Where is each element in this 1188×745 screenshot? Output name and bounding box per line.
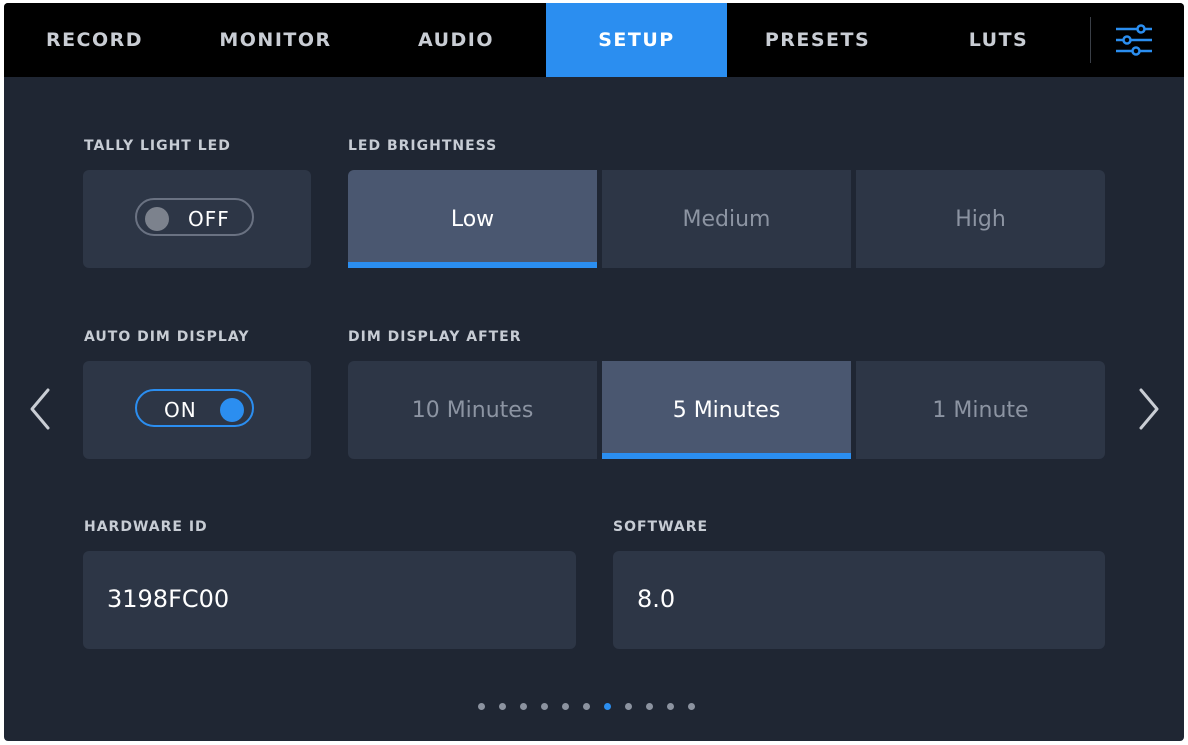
led-brightness-low-button[interactable]: Low bbox=[348, 170, 597, 268]
dim-display-after-label: DIM DISPLAY AFTER bbox=[348, 329, 522, 345]
led-brightness-medium-button[interactable]: Medium bbox=[602, 170, 851, 268]
hardware-id-value: 3198FC00 bbox=[107, 585, 230, 613]
auto-dim-display-label: AUTO DIM DISPLAY bbox=[84, 329, 250, 345]
dim-after-5-minutes-button[interactable]: 5 Minutes bbox=[602, 361, 851, 459]
sliders-icon[interactable] bbox=[1112, 21, 1156, 59]
dim-after-1-minute-button[interactable]: 1 Minute bbox=[856, 361, 1105, 459]
tally-light-led-tile: OFF bbox=[83, 170, 311, 268]
page-dot[interactable] bbox=[625, 703, 632, 710]
toggle-state-text: OFF bbox=[188, 207, 230, 231]
page-dot[interactable] bbox=[667, 703, 674, 710]
page-dot[interactable] bbox=[583, 703, 590, 710]
page-indicator bbox=[478, 703, 708, 715]
toggle-knob bbox=[220, 398, 244, 422]
page-dot[interactable] bbox=[541, 703, 548, 710]
software-version-value: 8.0 bbox=[637, 585, 676, 613]
software-field: 8.0 bbox=[613, 551, 1105, 649]
option-label: 1 Minute bbox=[932, 397, 1029, 423]
option-label: Low bbox=[450, 206, 495, 232]
led-brightness-high-button[interactable]: High bbox=[856, 170, 1105, 268]
tally-light-led-toggle[interactable]: OFF bbox=[135, 198, 254, 236]
auto-dim-display-tile: ON bbox=[83, 361, 311, 459]
selected-underline bbox=[602, 453, 851, 459]
page-dot[interactable] bbox=[562, 703, 569, 710]
option-label: High bbox=[955, 206, 1006, 232]
dim-after-10-minutes-button[interactable]: 10 Minutes bbox=[348, 361, 597, 459]
page-dot[interactable] bbox=[604, 703, 611, 710]
tab-record[interactable]: RECORD bbox=[4, 3, 185, 77]
hardware-id-field: 3198FC00 bbox=[83, 551, 576, 649]
page-dot[interactable] bbox=[688, 703, 695, 710]
tally-light-led-label: TALLY LIGHT LED bbox=[84, 138, 231, 154]
auto-dim-display-toggle[interactable]: ON bbox=[135, 389, 254, 427]
tab-presets[interactable]: PRESETS bbox=[727, 3, 908, 77]
tab-monitor[interactable]: MONITOR bbox=[185, 3, 366, 77]
page-dot[interactable] bbox=[478, 703, 485, 710]
option-label: Medium bbox=[682, 206, 771, 232]
tab-audio[interactable]: AUDIO bbox=[366, 3, 546, 77]
software-label: SOFTWARE bbox=[613, 519, 709, 535]
option-label: 5 Minutes bbox=[672, 397, 781, 423]
page-dot[interactable] bbox=[499, 703, 506, 710]
chevron-right-icon[interactable] bbox=[1133, 384, 1163, 434]
toggle-state-text: ON bbox=[164, 398, 197, 422]
page-dot[interactable] bbox=[646, 703, 653, 710]
tab-bar: RECORD MONITOR AUDIO SETUP PRESETS LUTS bbox=[4, 3, 1184, 77]
page-dot[interactable] bbox=[520, 703, 527, 710]
led-brightness-label: LED BRIGHTNESS bbox=[348, 138, 498, 154]
hardware-id-label: HARDWARE ID bbox=[84, 519, 208, 535]
tab-setup[interactable]: SETUP bbox=[546, 3, 727, 77]
selected-underline bbox=[348, 262, 597, 268]
option-label: 10 Minutes bbox=[411, 397, 534, 423]
toggle-knob bbox=[145, 207, 169, 231]
tab-luts[interactable]: LUTS bbox=[908, 3, 1089, 77]
tab-divider bbox=[1090, 17, 1091, 63]
camera-setup-screen: RECORD MONITOR AUDIO SETUP PRESETS LUTS … bbox=[4, 3, 1184, 741]
chevron-left-icon[interactable] bbox=[26, 384, 56, 434]
